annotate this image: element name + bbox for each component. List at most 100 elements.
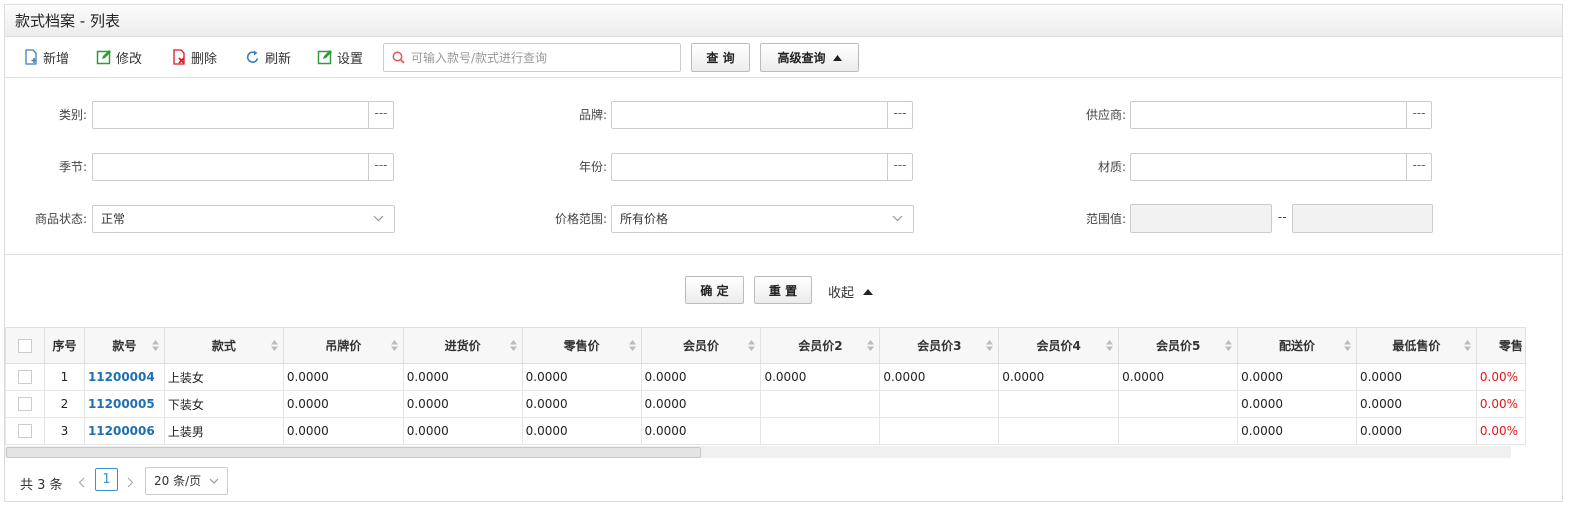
cell-pct: 0.00% <box>1475 390 1526 418</box>
col-header-sortable[interactable]: 会员价 <box>640 327 762 364</box>
range-min-input[interactable] <box>1130 204 1272 233</box>
chevron-right-icon[interactable] <box>127 477 134 488</box>
edit-button[interactable]: 修改 <box>96 46 142 68</box>
col-header-label: 款号 <box>112 339 137 353</box>
page-number-current[interactable]: 1 <box>95 468 118 491</box>
sort-icon <box>1106 340 1114 351</box>
table-row[interactable]: 1 11200004 上装女 0.0000 0.0000 0.0000 0.0000 0.00… <box>5 363 1526 391</box>
cell-min: 0.0000 <box>1355 417 1477 445</box>
cell-member4: 0.0000 <box>998 363 1120 391</box>
brand-label: 品牌: <box>578 108 607 122</box>
cell-purchase: 0.0000 <box>402 363 523 391</box>
material-field[interactable]: --- <box>1130 153 1432 181</box>
delete-button[interactable]: 删除 <box>171 46 217 68</box>
col-header-sortable[interactable]: 会员价5 <box>1118 327 1239 364</box>
col-header-sortable[interactable]: 配送价 <box>1237 327 1357 364</box>
cell-code[interactable]: 11200005 <box>83 390 165 418</box>
material-label: 材质: <box>1097 160 1126 174</box>
col-header-label: 最低售价 <box>1392 339 1441 353</box>
year-field[interactable]: --- <box>611 153 913 181</box>
select-all-checkbox[interactable] <box>17 338 32 353</box>
col-header-label: 会员价2 <box>798 339 843 353</box>
cell-delivery: 0.0000 <box>1237 363 1357 391</box>
col-header-sortable[interactable]: 款式 <box>163 327 284 364</box>
table-row[interactable]: 3 11200006 上装男 0.0000 0.0000 0.0000 0.0000 0.00… <box>5 417 1526 445</box>
category-picker-button[interactable]: --- <box>368 102 393 128</box>
edit-label: 修改 <box>116 51 143 67</box>
col-header-sortable[interactable]: 零售价 <box>521 327 642 364</box>
cell-member: 0.0000 <box>640 390 762 418</box>
price-range-select[interactable]: 所有价格 <box>611 205 914 233</box>
chevron-down-icon <box>209 478 219 484</box>
advanced-query-button[interactable]: 高级查询 <box>760 43 859 72</box>
cell-member5 <box>1118 417 1239 445</box>
sort-icon <box>509 340 517 351</box>
chevron-down-icon <box>373 215 384 222</box>
page-size-value: 20 条/页 <box>154 474 202 488</box>
row-checkbox[interactable] <box>17 397 32 412</box>
brand-picker-button[interactable]: --- <box>887 102 912 128</box>
cell-member: 0.0000 <box>640 417 762 445</box>
sort-icon <box>1343 340 1351 351</box>
col-header-label: 进货价 <box>444 339 481 353</box>
cell-member2 <box>760 390 881 418</box>
filter-panel: 类别: --- 品牌: --- 供应商: --- 季节: --- 年份: ---… <box>5 77 1562 255</box>
col-header-sortable[interactable]: 进货价 <box>402 327 523 364</box>
horizontal-scrollbar[interactable] <box>5 446 1511 458</box>
col-header-sortable[interactable]: 会员价2 <box>760 327 881 364</box>
status-select[interactable]: 正常 <box>92 205 395 233</box>
collapse-toggle[interactable]: 收起 <box>828 282 874 301</box>
col-header-sortable[interactable]: 吊牌价 <box>282 327 404 364</box>
cell-tag: 0.0000 <box>282 390 404 418</box>
supplier-field[interactable]: --- <box>1130 101 1432 129</box>
col-header-sortable[interactable]: 会员价4 <box>998 327 1120 364</box>
style-table: 序号 款号 款式 吊牌价 进货价 零售价 会员价 会员价2 会员价3 会员价4 … <box>5 327 1526 445</box>
collapse-label: 收起 <box>828 286 855 301</box>
supplier-picker-button[interactable]: --- <box>1406 102 1431 128</box>
status-label: 商品状态: <box>34 212 87 226</box>
new-file-icon <box>25 49 37 65</box>
reset-button[interactable]: 重 置 <box>754 276 812 304</box>
row-select-cell <box>5 390 45 418</box>
season-field[interactable]: --- <box>92 153 394 181</box>
search-input[interactable] <box>411 50 671 65</box>
table-row[interactable]: 2 11200005 下装女 0.0000 0.0000 0.0000 0.0000 0.00… <box>5 390 1526 418</box>
col-header-label: 配送价 <box>1279 339 1316 353</box>
cell-pct: 0.00% <box>1475 363 1526 391</box>
search-box[interactable] <box>383 43 681 72</box>
col-header-label: 款式 <box>211 339 236 353</box>
sort-icon <box>151 340 159 351</box>
col-header[interactable]: 零售 <box>1475 327 1526 364</box>
cell-min: 0.0000 <box>1355 390 1477 418</box>
confirm-button[interactable]: 确 定 <box>685 276 744 304</box>
cell-code[interactable]: 11200004 <box>83 363 165 391</box>
col-header-sortable[interactable]: 会员价3 <box>879 327 1000 364</box>
cell-member3: 0.0000 <box>879 363 1000 391</box>
chevron-left-icon[interactable] <box>78 477 85 488</box>
style-code-link[interactable]: 11200005 <box>88 397 155 411</box>
year-picker-button[interactable]: --- <box>887 154 912 180</box>
query-button[interactable]: 查 询 <box>691 43 750 72</box>
range-max-input[interactable] <box>1292 204 1433 233</box>
row-checkbox[interactable] <box>17 370 32 385</box>
category-field[interactable]: --- <box>92 101 394 129</box>
brand-field[interactable]: --- <box>611 101 913 129</box>
refresh-button[interactable]: 刷新 <box>245 46 291 68</box>
cell-member5: 0.0000 <box>1118 363 1239 391</box>
material-picker-button[interactable]: --- <box>1406 154 1431 180</box>
season-picker-button[interactable]: --- <box>368 154 393 180</box>
col-header-sortable[interactable]: 最低售价 <box>1355 327 1477 364</box>
refresh-label: 刷新 <box>265 51 292 67</box>
style-code-link[interactable]: 11200006 <box>88 424 155 438</box>
cell-code[interactable]: 11200006 <box>83 417 165 445</box>
cell-member3 <box>879 417 1000 445</box>
settings-button[interactable]: 设置 <box>317 46 363 68</box>
col-header-sortable[interactable]: 款号 <box>83 327 165 364</box>
style-code-link[interactable]: 11200004 <box>88 370 155 384</box>
add-button[interactable]: 新增 <box>23 46 69 68</box>
scrollbar-thumb[interactable] <box>6 447 701 458</box>
delete-label: 删除 <box>191 51 218 67</box>
cell-tag: 0.0000 <box>282 363 404 391</box>
row-checkbox[interactable] <box>17 424 32 439</box>
page-size-select[interactable]: 20 条/页 <box>145 467 228 495</box>
